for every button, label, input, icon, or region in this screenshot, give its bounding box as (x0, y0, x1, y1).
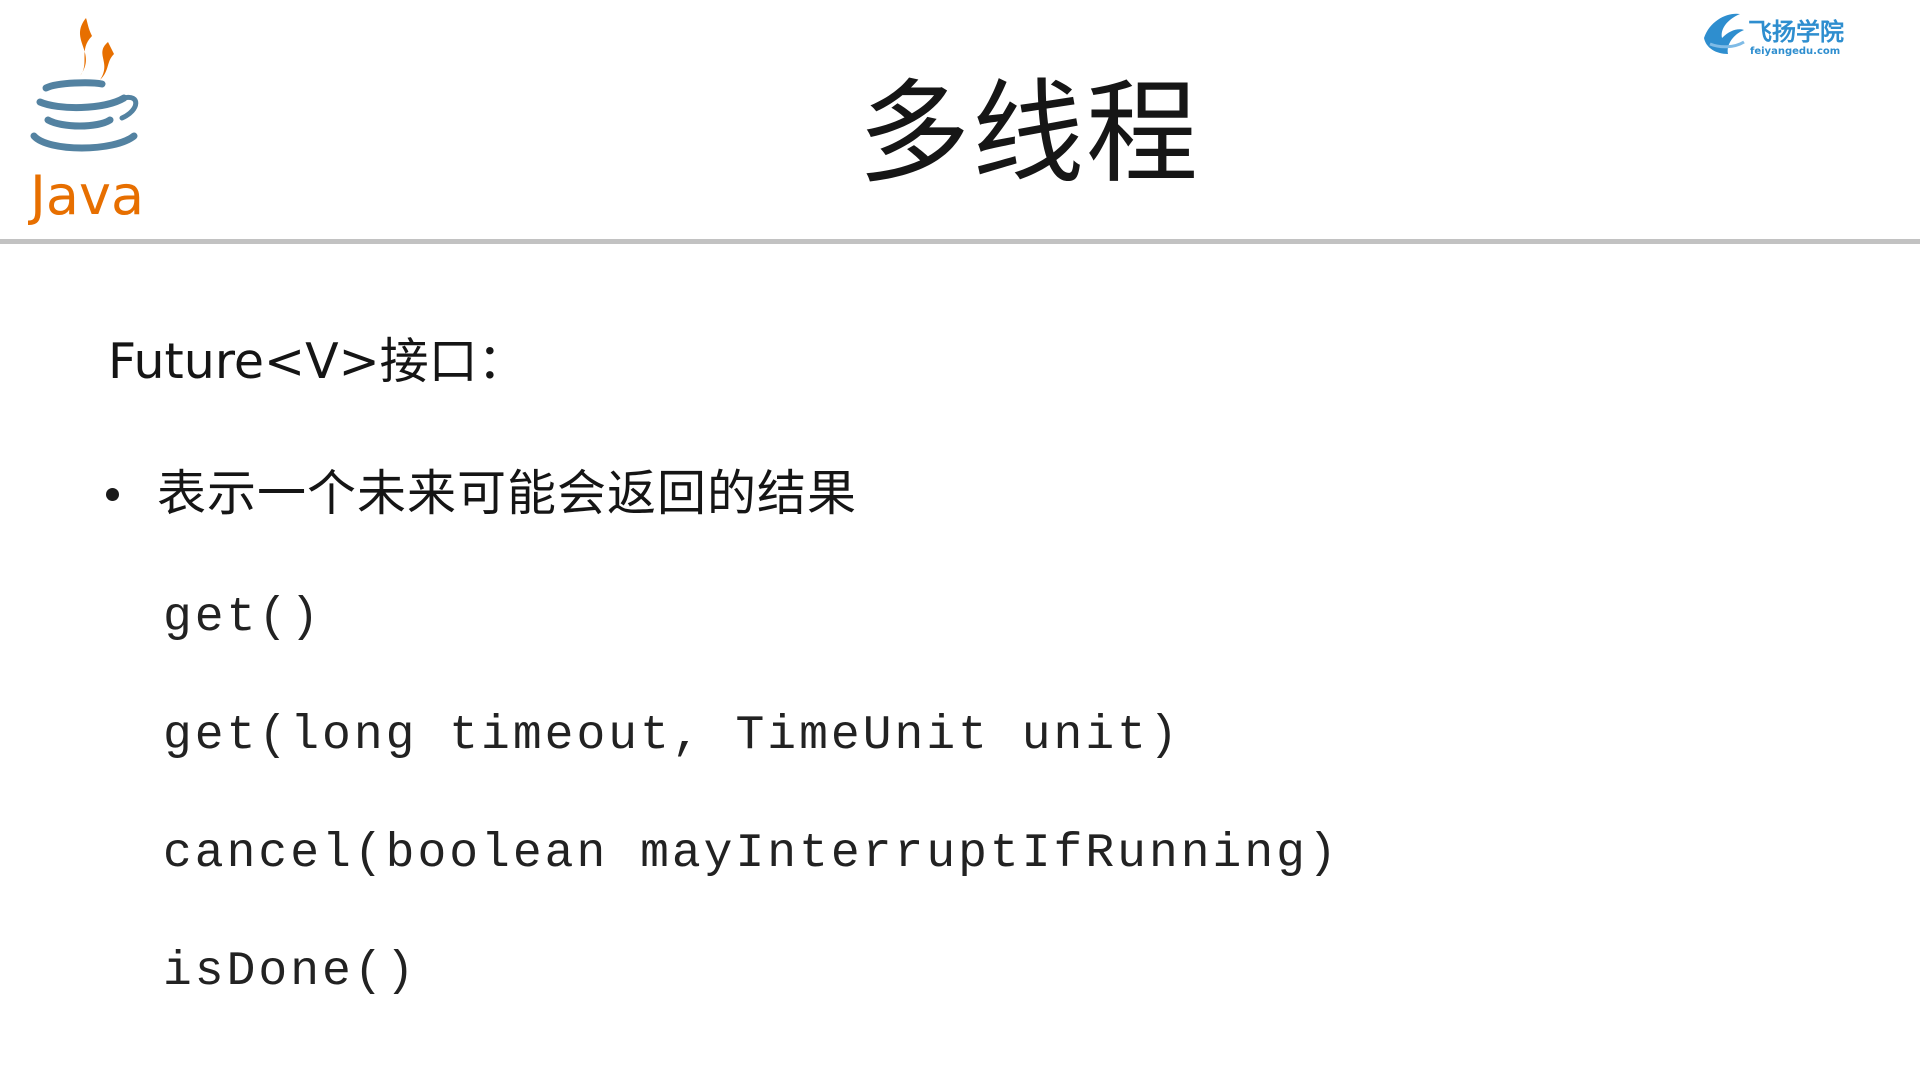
method-item: isDone() (163, 945, 418, 999)
intro-heading: Future<V>接口： (108, 333, 527, 390)
header-divider (0, 239, 1920, 244)
brand-url: feiyangedu.com (1750, 46, 1840, 57)
method-item: get() (163, 591, 323, 645)
bullet-item: 表示一个未来可能会返回的结果 (106, 463, 857, 525)
slide-title: 多线程 (858, 69, 1200, 199)
feiyang-bird-icon: 飞扬学院 feiyangedu.com (1704, 13, 1844, 57)
method-item: cancel(boolean mayInterruptIfRunning) (163, 827, 1340, 881)
bullet-dot-icon (106, 487, 119, 501)
method-item: get(long timeout, TimeUnit unit) (163, 709, 1181, 763)
method-list: get() get(long timeout, TimeUnit unit) c… (163, 588, 1340, 1060)
brand-name: 飞扬学院 (1748, 18, 1844, 46)
slide: Java 飞扬学院 feiyangedu.com 多线程 Future<V>接口… (0, 0, 1920, 1080)
bullet-text: 表示一个未来可能会返回的结果 (157, 465, 858, 522)
